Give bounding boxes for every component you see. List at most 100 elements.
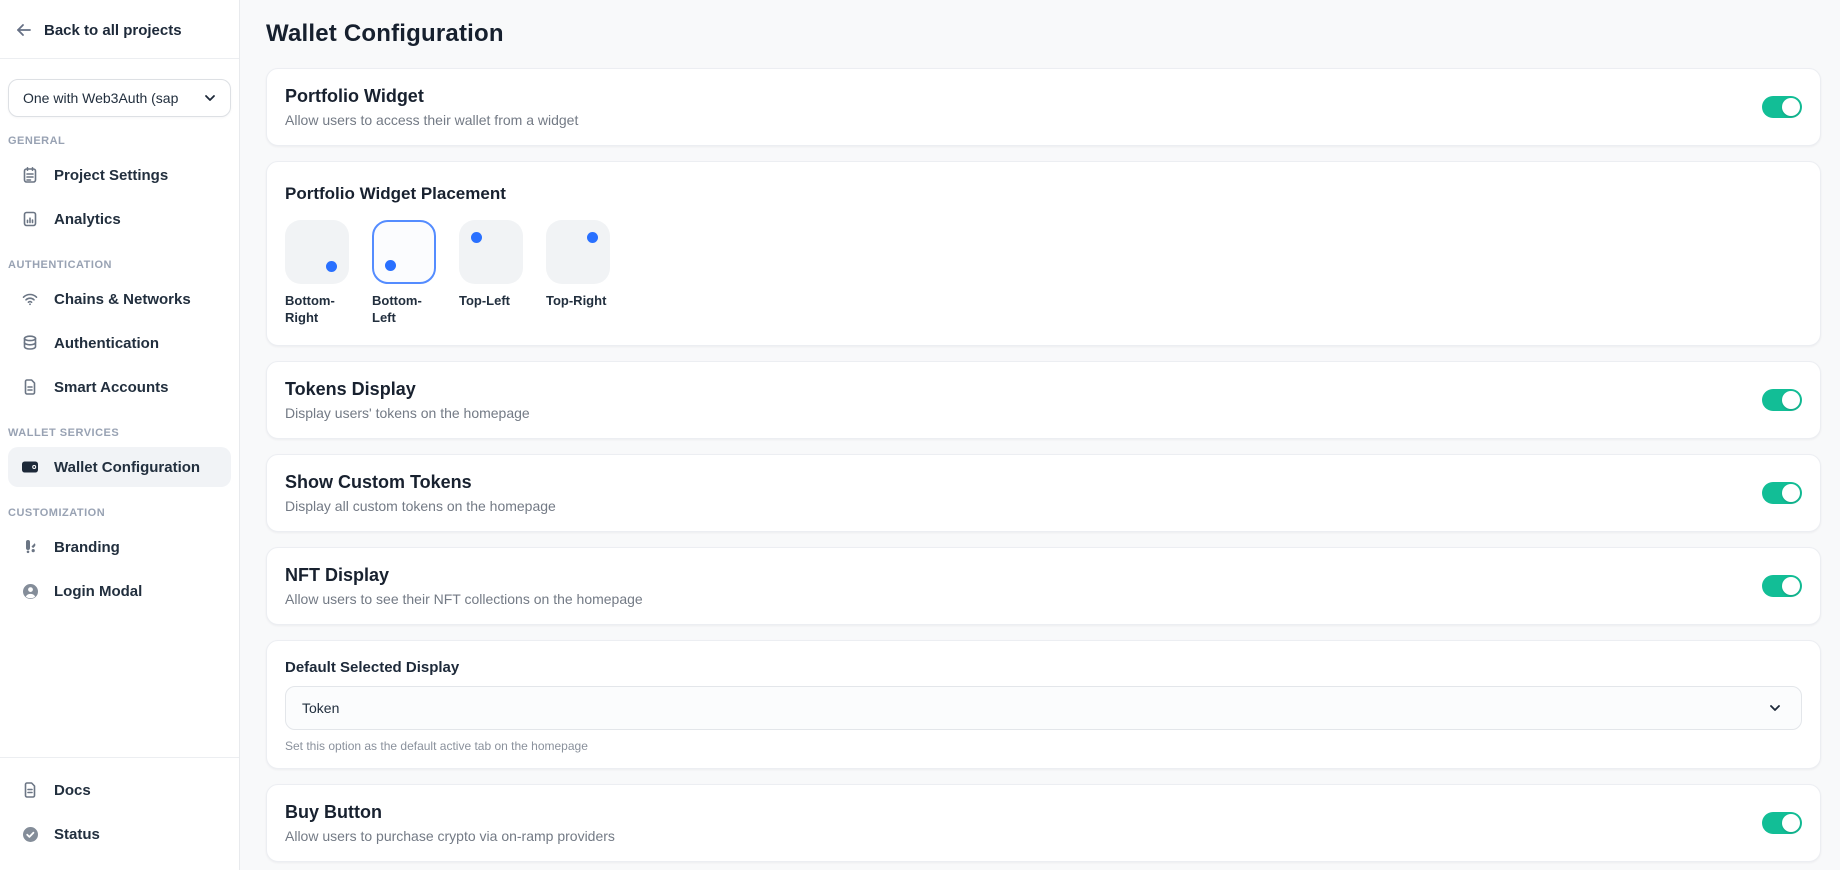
placement-label: Top-Left — [459, 293, 523, 310]
tokens-display-toggle[interactable] — [1762, 389, 1802, 411]
show-custom-tokens-toggle[interactable] — [1762, 482, 1802, 504]
card-nft-display: NFT Display Allow users to see their NFT… — [266, 547, 1821, 625]
brush-icon — [20, 537, 40, 557]
select-field-label: Default Selected Display — [285, 659, 1802, 676]
sidebar-item-label: Docs — [54, 782, 91, 799]
card-show-custom-tokens: Show Custom Tokens Display all custom to… — [266, 454, 1821, 532]
placement-option-top-left: Top-Left — [459, 220, 523, 327]
toggle-knob — [1782, 391, 1800, 409]
user-icon — [20, 581, 40, 601]
placement-option-top-right: Top-Right — [546, 220, 610, 327]
clipboard-icon — [20, 165, 40, 185]
section-label-customization: CUSTOMIZATION — [0, 489, 239, 525]
sidebar-footer-divider — [0, 757, 239, 758]
nft-display-toggle[interactable] — [1762, 575, 1802, 597]
card-default-selected-display: Default Selected Display Token Set this … — [266, 640, 1821, 769]
card-description: Allow users to purchase crypto via on-ra… — [285, 828, 615, 844]
sidebar-item-analytics[interactable]: Analytics — [8, 199, 231, 239]
sidebar-item-project-settings[interactable]: Project Settings — [8, 155, 231, 195]
portfolio-widget-toggle[interactable] — [1762, 96, 1802, 118]
default-display-select-value: Token — [302, 700, 339, 716]
placement-dot-icon — [471, 232, 482, 243]
card-text: Portfolio Widget Allow users to access t… — [285, 86, 578, 128]
placement-options: Bottom-Right Bottom-Left Top-Left Top-Ri… — [285, 220, 1802, 331]
sidebar-item-label: Chains & Networks — [54, 291, 191, 308]
sidebar-item-label: Wallet Configuration — [54, 459, 200, 476]
document-icon — [20, 377, 40, 397]
card-portfolio-widget-placement: Portfolio Widget Placement Bottom-Right … — [266, 161, 1821, 346]
chevron-down-icon — [1765, 698, 1785, 718]
placement-label: Bottom-Left — [372, 293, 436, 327]
card-portfolio-widget: Portfolio Widget Allow users to access t… — [266, 68, 1821, 146]
section-label-wallet-services: WALLET SERVICES — [0, 409, 239, 445]
placement-label: Top-Right — [546, 293, 610, 310]
placement-option-bottom-right: Bottom-Right — [285, 220, 349, 327]
section-label-general: GENERAL — [0, 117, 239, 153]
sidebar-item-smart-accounts[interactable]: Smart Accounts — [8, 367, 231, 407]
sidebar-item-label: Login Modal — [54, 583, 142, 600]
toggle-knob — [1782, 814, 1800, 832]
main-content: Wallet Configuration Portfolio Widget Al… — [240, 0, 1840, 870]
back-arrow-icon — [14, 20, 34, 40]
sidebar-item-chains-networks[interactable]: Chains & Networks — [8, 279, 231, 319]
select-helper-text: Set this option as the default active ta… — [285, 739, 1802, 753]
sidebar-item-label: Branding — [54, 539, 120, 556]
sidebar-item-label: Authentication — [54, 335, 159, 352]
sidebar-item-wallet-configuration[interactable]: Wallet Configuration — [8, 447, 231, 487]
placement-tile-top-left[interactable] — [459, 220, 523, 284]
toggle-knob — [1782, 577, 1800, 595]
card-title: Portfolio Widget Placement — [285, 184, 1802, 204]
sidebar-item-docs[interactable]: Docs — [8, 770, 231, 810]
toggle-knob — [1782, 98, 1800, 116]
sidebar-item-login-modal[interactable]: Login Modal — [8, 571, 231, 611]
default-display-select[interactable]: Token — [285, 686, 1802, 730]
sidebar-item-authentication[interactable]: Authentication — [8, 323, 231, 363]
card-tokens-display: Tokens Display Display users' tokens on … — [266, 361, 1821, 439]
placement-option-bottom-left: Bottom-Left — [372, 220, 436, 327]
sidebar-item-label: Analytics — [54, 211, 121, 228]
card-title: Portfolio Widget — [285, 86, 578, 107]
card-text: Show Custom Tokens Display all custom to… — [285, 472, 556, 514]
card-text: Tokens Display Display users' tokens on … — [285, 379, 530, 421]
sidebar-item-status[interactable]: Status — [8, 814, 231, 854]
card-title: Tokens Display — [285, 379, 530, 400]
placement-tile-top-right[interactable] — [546, 220, 610, 284]
sidebar-item-label: Project Settings — [54, 167, 168, 184]
placement-tile-bottom-left[interactable] — [372, 220, 436, 284]
project-selector-dropdown[interactable]: One with Web3Auth (sap — [8, 79, 231, 117]
placement-label: Bottom-Right — [285, 293, 349, 327]
card-title: NFT Display — [285, 565, 643, 586]
card-text: Buy Button Allow users to purchase crypt… — [285, 802, 615, 844]
placement-dot-icon — [587, 232, 598, 243]
database-icon — [20, 333, 40, 353]
back-to-projects-link[interactable]: Back to all projects — [0, 0, 239, 58]
card-description: Allow users to access their wallet from … — [285, 112, 578, 128]
sidebar-divider — [0, 58, 239, 59]
placement-tile-bottom-right[interactable] — [285, 220, 349, 284]
card-description: Allow users to see their NFT collections… — [285, 591, 643, 607]
sidebar-item-label: Status — [54, 826, 100, 843]
placement-dot-icon — [385, 260, 396, 271]
toggle-knob — [1782, 484, 1800, 502]
sidebar-item-branding[interactable]: Branding — [8, 527, 231, 567]
chevron-down-icon — [200, 88, 220, 108]
analytics-icon — [20, 209, 40, 229]
sidebar: Back to all projects One with Web3Auth (… — [0, 0, 240, 870]
card-buy-button: Buy Button Allow users to purchase crypt… — [266, 784, 1821, 862]
status-check-icon — [20, 824, 40, 844]
card-description: Display all custom tokens on the homepag… — [285, 498, 556, 514]
card-title: Buy Button — [285, 802, 615, 823]
docs-icon — [20, 780, 40, 800]
card-text: NFT Display Allow users to see their NFT… — [285, 565, 643, 607]
card-title: Show Custom Tokens — [285, 472, 556, 493]
card-description: Display users' tokens on the homepage — [285, 405, 530, 421]
buy-button-toggle[interactable] — [1762, 812, 1802, 834]
sidebar-spacer — [0, 613, 239, 757]
wallet-icon — [20, 457, 40, 477]
placement-dot-icon — [326, 261, 337, 272]
wifi-icon — [20, 289, 40, 309]
project-selector-value: One with Web3Auth (sap — [23, 90, 178, 106]
back-to-projects-label: Back to all projects — [44, 22, 182, 39]
sidebar-item-label: Smart Accounts — [54, 379, 168, 396]
page-title: Wallet Configuration — [266, 20, 1821, 48]
